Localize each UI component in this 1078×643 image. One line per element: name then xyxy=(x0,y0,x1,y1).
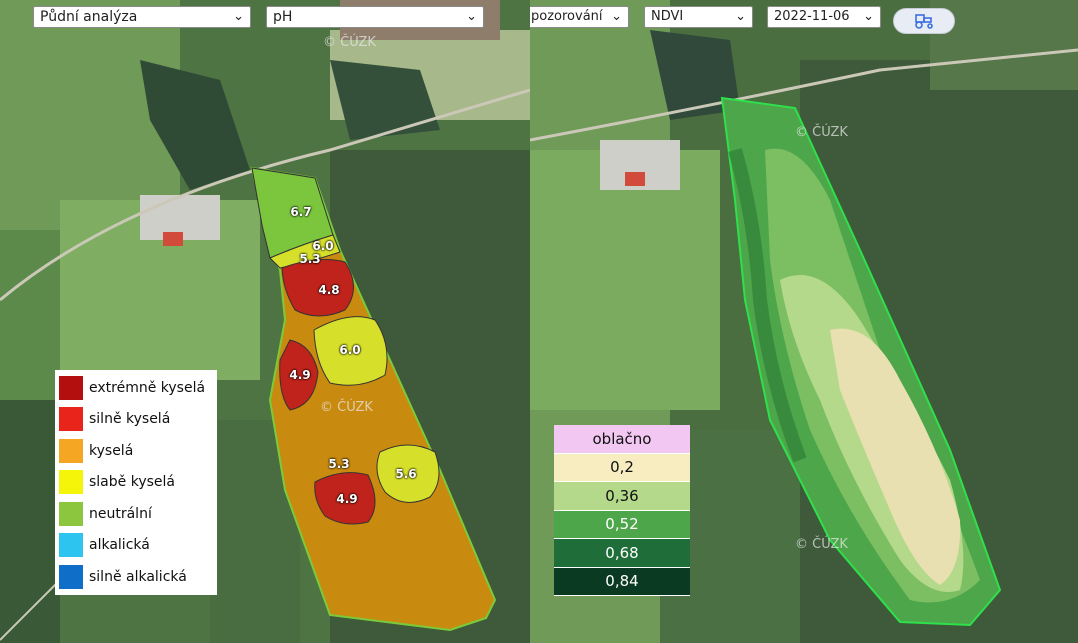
chevron-down-icon: ⌄ xyxy=(735,9,746,24)
legend-label: kyselá xyxy=(89,442,134,459)
parameter-select[interactable]: pH ⌄ xyxy=(266,6,484,28)
cuzk-watermark: © ČÚZK xyxy=(323,35,376,50)
ph-zone-label: 5.3 xyxy=(299,252,321,266)
ndvi-legend-item: 0,2 xyxy=(554,453,690,482)
index-select-value: NDVI xyxy=(651,9,684,24)
legend-swatch xyxy=(59,375,83,400)
cuzk-watermark: © ČÚZK xyxy=(795,537,848,552)
date-select[interactable]: 2022-11-06 ⌄ xyxy=(767,6,881,28)
legend-label: silně kyselá xyxy=(89,411,171,428)
legend-label: neutrální xyxy=(89,505,152,522)
legend-swatch xyxy=(59,533,83,558)
soil-analysis-map[interactable]: © ČÚZK © ČÚZK 6.7 6.0 5.3 4.8 6.0 4.9 5.3 5.6 4.… xyxy=(0,0,530,643)
chevron-down-icon: ⌄ xyxy=(233,9,244,24)
chevron-down-icon: ⌄ xyxy=(611,9,622,24)
legend-item: silně alkalická xyxy=(55,561,217,593)
chevron-down-icon: ⌄ xyxy=(863,9,874,24)
analysis-select[interactable]: Půdní analýza ⌄ xyxy=(33,6,251,28)
tractor-button[interactable] xyxy=(893,8,955,34)
ndvi-map[interactable]: © ČÚZK © ČÚZK pozorování ⌄ NDVI ⌄ 2022-1… xyxy=(530,0,1078,643)
chevron-down-icon: ⌄ xyxy=(466,9,477,24)
cuzk-watermark: © ČÚZK xyxy=(320,400,373,415)
tractor-icon xyxy=(915,14,933,29)
legend-label: slabě kyselá xyxy=(89,474,175,491)
legend-label: silně alkalická xyxy=(89,568,187,585)
legend-item: extrémně kyselá xyxy=(55,372,217,404)
legend-item: neutrální xyxy=(55,498,217,530)
ph-legend: extrémně kyselá silně kyselá kyselá slabě k… xyxy=(55,370,217,595)
ph-zone-label: 6.7 xyxy=(290,205,312,219)
legend-item: slabě kyselá xyxy=(55,467,217,499)
ph-zone-label: 4.9 xyxy=(289,368,311,382)
observation-select[interactable]: pozorování ⌄ xyxy=(530,6,629,28)
ph-zone-label: 6.0 xyxy=(312,239,334,253)
index-select[interactable]: NDVI ⌄ xyxy=(644,6,753,28)
analysis-select-value: Půdní analýza xyxy=(40,9,138,25)
ph-zone-label: 4.9 xyxy=(336,492,358,506)
ph-zone-label: 6.0 xyxy=(339,343,361,357)
legend-item: kyselá xyxy=(55,435,217,467)
legend-item: silně kyselá xyxy=(55,404,217,436)
ph-zone-label: 4.8 xyxy=(318,283,340,297)
ndvi-legend-item: oblačno xyxy=(554,425,690,454)
legend-swatch xyxy=(59,501,83,526)
ndvi-legend-item: 0,36 xyxy=(554,482,690,511)
ndvi-legend-item: 0,84 xyxy=(554,567,690,596)
legend-swatch xyxy=(59,438,83,463)
legend-label: extrémně kyselá xyxy=(89,379,206,396)
ndvi-legend: oblačno 0,2 0,36 0,52 0,68 0,84 xyxy=(554,425,690,596)
ph-zone-label: 5.3 xyxy=(328,457,350,471)
legend-swatch xyxy=(59,470,83,495)
legend-label: alkalická xyxy=(89,537,150,554)
ph-zone-label: 5.6 xyxy=(395,467,417,481)
ndvi-legend-item: 0,68 xyxy=(554,539,690,568)
cuzk-watermark: © ČÚZK xyxy=(795,125,848,140)
parameter-select-value: pH xyxy=(273,9,293,25)
legend-item: alkalická xyxy=(55,530,217,562)
legend-swatch xyxy=(59,564,83,589)
legend-swatch xyxy=(59,407,83,432)
date-select-value: 2022-11-06 xyxy=(774,9,850,24)
ndvi-legend-item: 0,52 xyxy=(554,510,690,539)
observation-select-value: pozorování xyxy=(531,9,603,24)
